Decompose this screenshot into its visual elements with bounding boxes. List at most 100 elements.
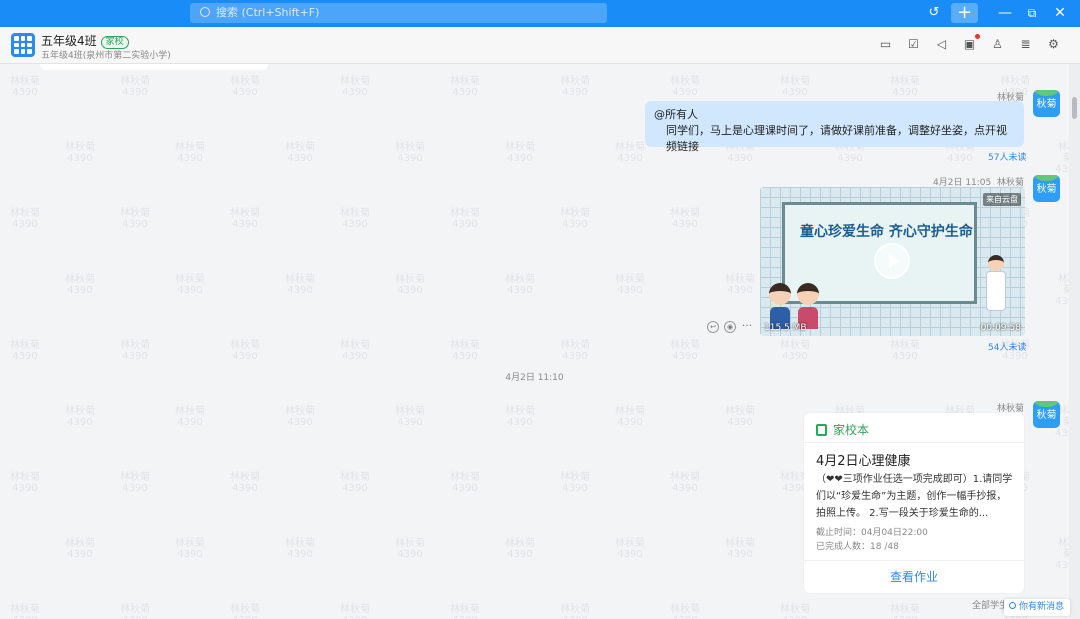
watermark: 林秋菊4390 bbox=[890, 340, 920, 362]
watermark: 林秋菊4390 bbox=[175, 142, 205, 164]
watermark: 林秋菊4390 bbox=[10, 76, 40, 98]
watermark: 林秋菊4390 bbox=[285, 538, 315, 560]
watermark: 林秋菊4390 bbox=[10, 604, 40, 619]
sender-avatar[interactable]: 秋菊 bbox=[1033, 90, 1060, 117]
watermark: 林秋菊4390 bbox=[450, 76, 480, 98]
video-source-tag: 来自云盘 bbox=[983, 193, 1021, 206]
completed-count: 已完成人数：18 /48 bbox=[816, 542, 899, 552]
message-actions: ↩ ◉ ··· bbox=[707, 320, 753, 333]
doctor-illustration bbox=[985, 255, 1007, 315]
watermark: 林秋菊4390 bbox=[175, 406, 205, 428]
watermark: 林秋菊4390 bbox=[10, 208, 40, 230]
watermark: 林秋菊4390 bbox=[230, 208, 260, 230]
group-name[interactable]: 五年级4班 家校 bbox=[41, 32, 129, 49]
watermark: 林秋菊4390 bbox=[395, 538, 425, 560]
watermark: 林秋菊4390 bbox=[615, 142, 645, 164]
minimize-button[interactable]: — bbox=[995, 3, 1015, 23]
divider bbox=[804, 560, 1024, 561]
watermark: 林秋菊4390 bbox=[340, 472, 370, 494]
children-illustration bbox=[768, 279, 826, 329]
search-input[interactable]: 搜索 (Ctrl+Shift+F) bbox=[190, 3, 607, 23]
read-status[interactable]: 全部学生 bbox=[972, 598, 1008, 611]
time-divider: 4月2日 11:10 bbox=[505, 373, 564, 383]
watermark: 林秋菊4390 bbox=[285, 142, 315, 164]
watermark: 林秋菊4390 bbox=[1055, 538, 1069, 571]
sender-avatar[interactable]: 秋菊 bbox=[1033, 175, 1060, 202]
watermark: 林秋菊4390 bbox=[230, 76, 260, 98]
message-text: 同学们，马上是心理课时间了，请做好课前准备，调整好坐姿，点开视频链接 bbox=[666, 124, 1007, 153]
watermark: 林秋菊4390 bbox=[725, 538, 755, 560]
view-homework-button[interactable]: 查看作业 bbox=[804, 568, 1024, 585]
card-meta: 截止时间：04月04日22:00 已完成人数：18 /48 bbox=[816, 526, 928, 554]
unread-count[interactable]: 54人未读 bbox=[988, 340, 1026, 353]
notice-icon[interactable]: ▭ bbox=[878, 37, 893, 52]
history-icon[interactable]: ↺ bbox=[923, 3, 945, 23]
card-title: 4月2日心理健康 bbox=[816, 454, 911, 469]
deadline-text: 截止时间：04月04日22:00 bbox=[816, 528, 928, 538]
watermark: 林秋菊4390 bbox=[395, 406, 425, 428]
watermark: 林秋菊4390 bbox=[230, 604, 260, 619]
new-message-button[interactable]: 你有新消息 bbox=[1004, 599, 1070, 616]
more-icon[interactable]: ··· bbox=[741, 320, 753, 333]
watermark: 林秋菊4390 bbox=[10, 472, 40, 494]
title-bar: 搜索 (Ctrl+Shift+F) ↺ + — ⧉ ✕ bbox=[0, 0, 1080, 27]
watermark: 林秋菊4390 bbox=[615, 538, 645, 560]
search-records-icon[interactable]: ≣ bbox=[1018, 37, 1033, 52]
message-list[interactable]: 林秋菊 4390 林秋菊 4390 林秋菊 4390 林秋菊 4390 林秋菊 4390 林秋菊 43… bbox=[0, 64, 1069, 619]
group-avatar-icon[interactable] bbox=[11, 33, 35, 57]
watermark: 林秋菊4390 bbox=[450, 340, 480, 362]
quote-icon[interactable]: ↩ bbox=[707, 321, 719, 333]
announcement-icon[interactable]: ◁ bbox=[934, 37, 949, 52]
close-button[interactable]: ✕ bbox=[1049, 3, 1071, 23]
maximize-button[interactable]: ⧉ bbox=[1021, 3, 1043, 23]
video-size: 115.5 MB bbox=[764, 323, 807, 333]
homework-icon[interactable]: ☑ bbox=[906, 37, 921, 52]
homework-card[interactable]: 家校本 4月2日心理健康 （❤❤三项作业任选一项完成即可）1.请同学们以“珍爱生… bbox=[804, 413, 1024, 593]
watermark: 林秋菊4390 bbox=[505, 406, 535, 428]
unread-count[interactable]: 57人未读 bbox=[988, 150, 1026, 163]
watermark: 林秋菊4390 bbox=[560, 340, 590, 362]
watermark: 林秋菊4390 bbox=[285, 406, 315, 428]
watermark: 林秋菊4390 bbox=[670, 604, 700, 619]
watermark: 林秋菊4390 bbox=[340, 76, 370, 98]
card-body: （❤❤三项作业任选一项完成即可）1.请同学们以“珍爱生命”为主题，创作一幅手抄报… bbox=[816, 474, 1013, 519]
watermark: 林秋菊4390 bbox=[120, 76, 150, 98]
homework-book-icon bbox=[816, 424, 827, 436]
video-title: 童心珍爱生命 齐心守护生命 bbox=[800, 224, 973, 240]
watermark: 林秋菊4390 bbox=[725, 274, 755, 296]
video-message[interactable]: 童心珍爱生命 齐心守护生命 来自云盘 115.5 MB 00:09:58 bbox=[760, 187, 1025, 336]
watermark: 林秋菊4390 bbox=[615, 406, 645, 428]
scrollbar[interactable] bbox=[1069, 64, 1080, 619]
watermark: 林秋菊4390 bbox=[120, 208, 150, 230]
watermark: 林秋菊4390 bbox=[670, 208, 700, 230]
watermark: 林秋菊4390 bbox=[505, 142, 535, 164]
watermark: 林秋菊4390 bbox=[780, 76, 810, 98]
watermark: 林秋菊4390 bbox=[65, 538, 95, 560]
play-icon[interactable] bbox=[874, 243, 910, 279]
sender-avatar[interactable]: 秋菊 bbox=[1033, 401, 1060, 428]
group-subtitle: 五年级4班(泉州市第二实验小学) bbox=[41, 51, 171, 61]
watermark: 林秋菊4390 bbox=[65, 142, 95, 164]
watermark: 林秋菊4390 bbox=[65, 406, 95, 428]
watermark: 林秋菊4390 bbox=[670, 76, 700, 98]
watermark: 林秋菊4390 bbox=[560, 208, 590, 230]
members-icon[interactable]: ♙ bbox=[990, 37, 1005, 52]
add-button[interactable]: + bbox=[951, 3, 978, 23]
file-icon[interactable]: ▣ bbox=[962, 34, 980, 52]
watermark: 林秋菊4390 bbox=[10, 340, 40, 362]
video-duration: 00:09:58 bbox=[980, 323, 1021, 333]
search-icon bbox=[200, 7, 210, 17]
watermark: 林秋菊4390 bbox=[505, 274, 535, 296]
message-bubble[interactable]: @所有人 同学们，马上是心理课时间了，请做好课前准备，调整好坐姿，点开视频链接 bbox=[645, 101, 1024, 153]
watermark: 林秋菊4390 bbox=[395, 274, 425, 296]
watermark: 林秋菊4390 bbox=[340, 340, 370, 362]
watermark: 林秋菊4390 bbox=[65, 274, 95, 296]
watermark: 林秋菊4390 bbox=[450, 604, 480, 619]
card-app-name: 家校本 bbox=[816, 421, 869, 438]
watermark: 林秋菊4390 bbox=[890, 76, 920, 98]
emoji-icon[interactable]: ◉ bbox=[724, 321, 736, 333]
watermark: 林秋菊4390 bbox=[450, 472, 480, 494]
settings-icon[interactable]: ⚙ bbox=[1046, 37, 1061, 52]
watermark: 林秋菊4390 bbox=[340, 208, 370, 230]
scrollbar-thumb[interactable] bbox=[1072, 97, 1077, 119]
